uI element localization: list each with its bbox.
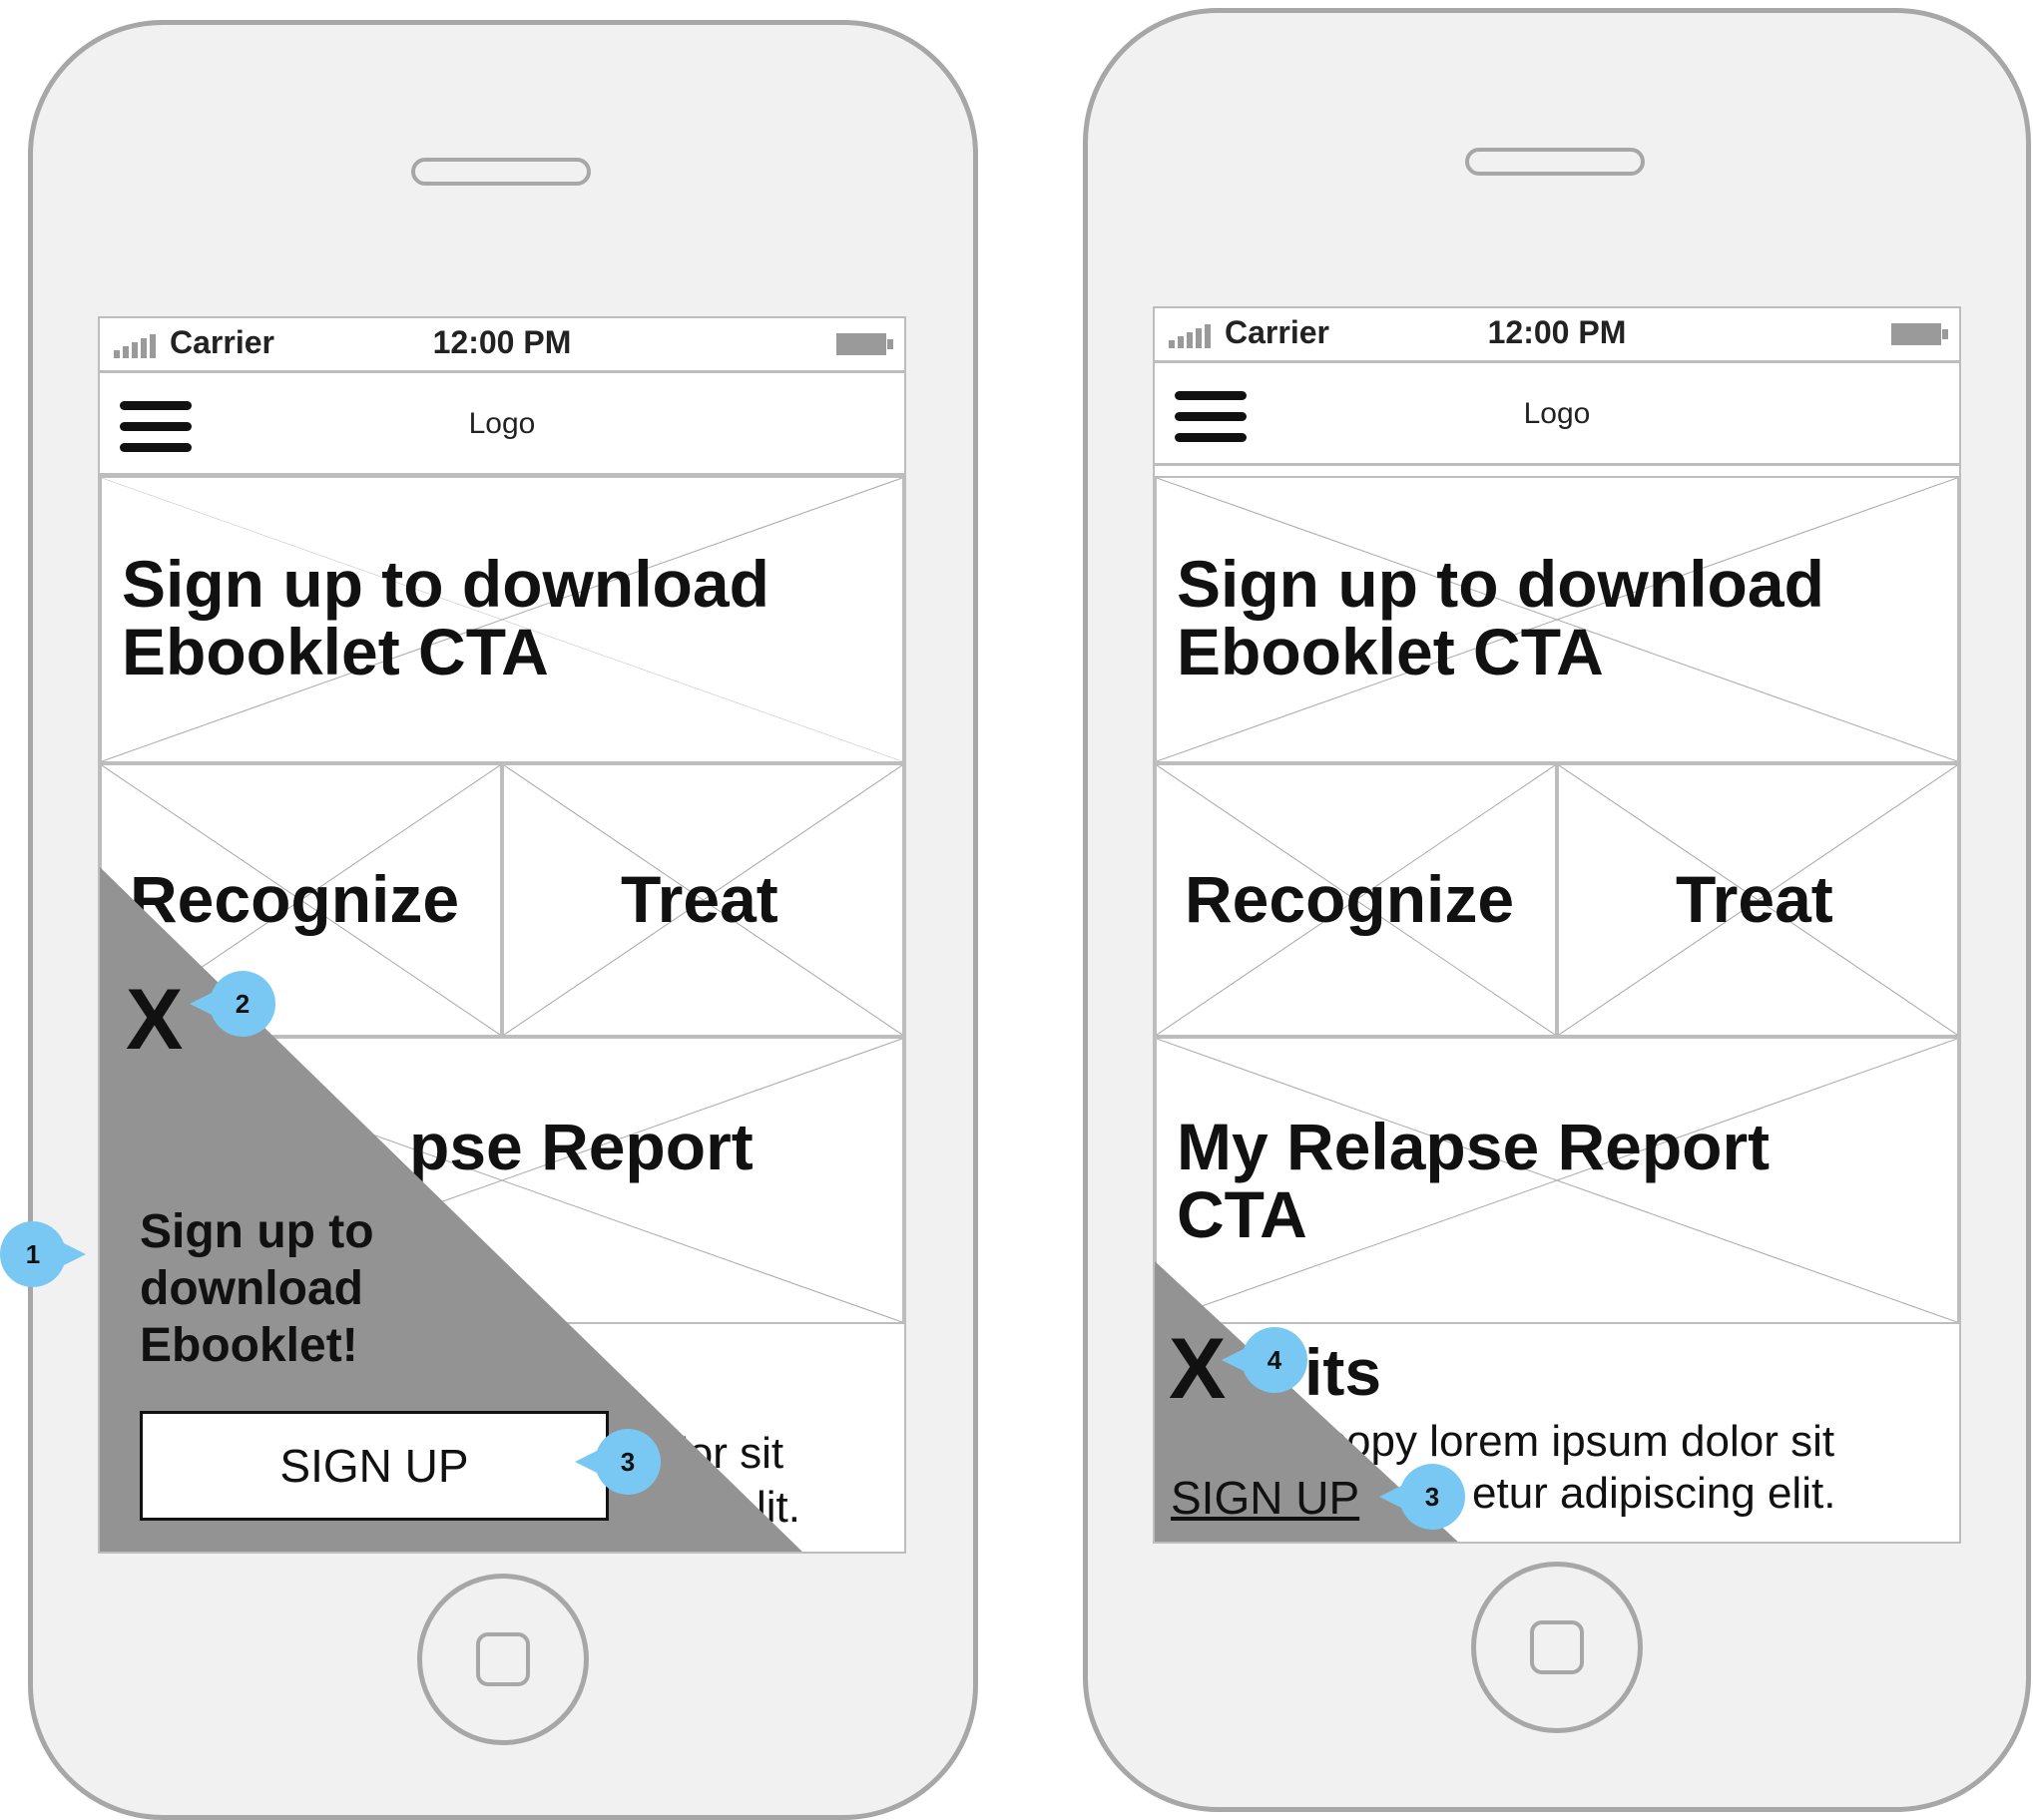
callout-number: 4 [1242, 1327, 1307, 1393]
callout-3-right: 3 [1379, 1464, 1465, 1530]
logo: Logo [1155, 397, 1959, 431]
callout-number: 2 [210, 971, 275, 1037]
speaker-right [1465, 148, 1645, 176]
callout-3: 3 [575, 1429, 661, 1495]
treat-label: Treat [1676, 865, 1833, 933]
screen-left: Carrier 12:00 PM Logo Sign up to downloa… [98, 316, 906, 1554]
callout-number: 3 [595, 1429, 661, 1495]
home-square-icon [476, 1632, 530, 1686]
status-bar: Carrier 12:00 PM [1155, 308, 1959, 363]
home-square-icon [1530, 1620, 1584, 1674]
callout-4: 4 [1222, 1327, 1307, 1393]
overlay-title: Sign up to download Ebooklet! [140, 1203, 374, 1374]
battery-icon [1891, 323, 1941, 345]
hero-cta-text: Sign up to download Ebooklet CTA [122, 550, 769, 685]
hero-cta-text: Sign up to download Ebooklet CTA [1177, 550, 1824, 685]
speaker-left [411, 158, 591, 186]
close-overlay-button[interactable]: X [126, 977, 183, 1063]
callout-number: 1 [0, 1221, 66, 1287]
battery-icon [836, 333, 886, 355]
clock-label: 12:00 PM [1155, 314, 1959, 351]
signup-button[interactable]: SIGN UP [140, 1411, 609, 1521]
nav-bar: Logo [1155, 363, 1959, 466]
relapse-report-cta-text: My Relapse Report CTA [1177, 1113, 1770, 1248]
logo: Logo [100, 407, 904, 441]
clock-label: 12:00 PM [100, 324, 904, 361]
close-overlay-button[interactable]: X [1169, 1326, 1226, 1412]
callout-1: 1 [0, 1221, 86, 1287]
status-bar: Carrier 12:00 PM [100, 318, 904, 373]
home-button-left[interactable] [417, 1574, 589, 1745]
callout-2: 2 [190, 971, 275, 1037]
callout-number: 3 [1399, 1464, 1465, 1530]
nav-bar: Logo [100, 373, 904, 476]
recognize-label: Recognize [1185, 865, 1514, 933]
signup-link[interactable]: SIGN UP [1171, 1471, 1359, 1525]
home-button-right[interactable] [1471, 1562, 1643, 1733]
